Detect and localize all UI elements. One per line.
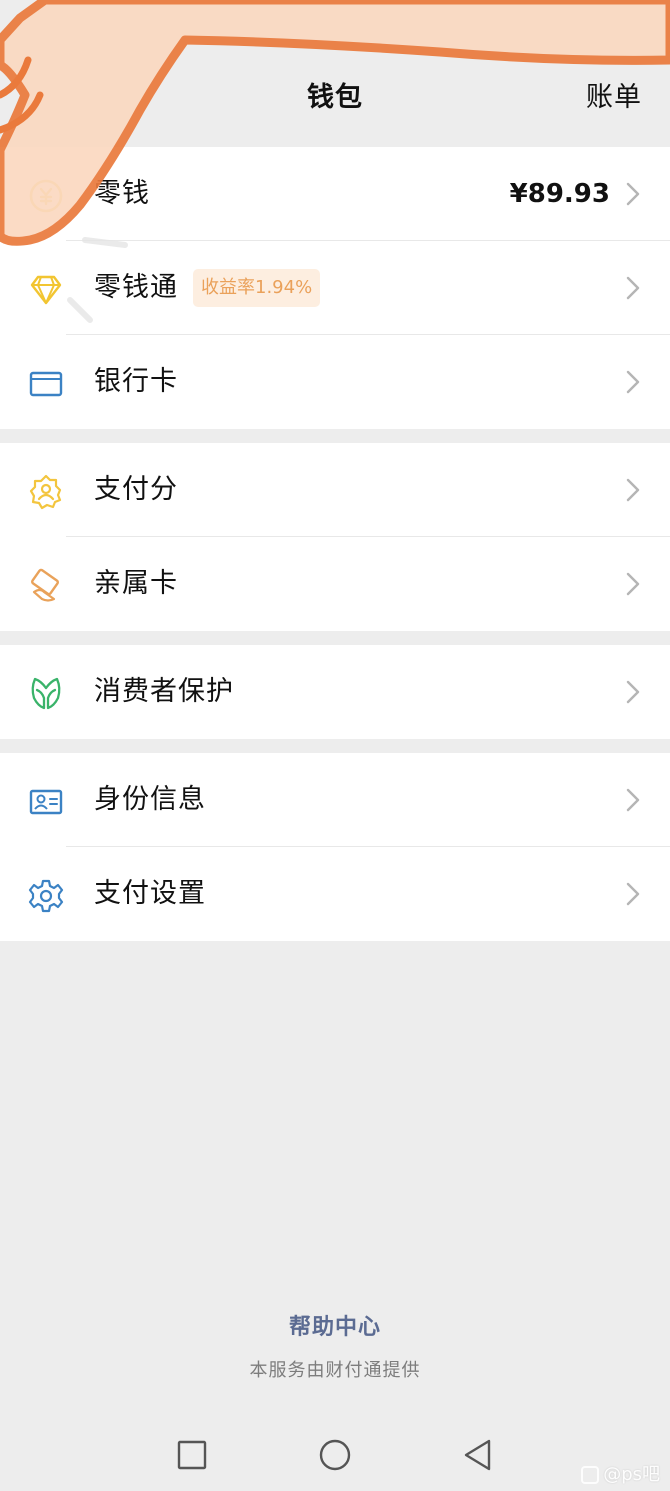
diamond-icon — [30, 275, 62, 305]
id-card-icon — [29, 789, 63, 815]
row-pay-score-label: 支付分 — [94, 474, 178, 505]
row-pay-score[interactable]: 支付分 — [0, 443, 670, 537]
row-family-card[interactable]: 亲属卡 — [0, 537, 670, 631]
watermark-logo-icon — [581, 1466, 600, 1484]
wallet-group-settings: 身份信息 支付设置 — [0, 753, 670, 941]
row-bank-card[interactable]: 银行卡 — [0, 335, 670, 429]
protecting-hands-icon — [31, 677, 61, 710]
row-change-fund[interactable]: 零钱通 收益率1.94% — [0, 241, 670, 335]
row-change-label: 零钱 — [94, 178, 150, 209]
wallet-group-protection: 消费者保护 — [0, 645, 670, 739]
row-consumer-protection[interactable]: 消费者保护 — [0, 645, 670, 739]
row-change[interactable]: 零钱 ¥89.93 — [0, 147, 670, 241]
service-provider-note: 本服务由财付通提供 — [249, 1360, 421, 1381]
top-bar: 钱包 账单 — [0, 0, 670, 145]
coin-icon — [29, 179, 63, 213]
yield-rate-badge: 收益率1.94% — [193, 269, 321, 307]
bank-card-icon — [29, 371, 63, 397]
row-consumer-protection-label: 消费者保护 — [94, 676, 234, 707]
bill-button[interactable]: 账单 — [586, 75, 642, 114]
row-bank-card-label: 银行卡 — [94, 366, 178, 397]
gear-icon — [28, 879, 64, 913]
home-icon[interactable] — [318, 1438, 352, 1472]
wallet-group-balance: 零钱 ¥89.93 零钱通 收益率1.94% 银行卡 — [0, 147, 670, 429]
recent-apps-icon[interactable] — [175, 1438, 209, 1472]
badge-score-icon — [29, 474, 62, 510]
chevron-right-icon — [626, 370, 640, 394]
row-identity-label: 身份信息 — [94, 784, 206, 815]
back-icon[interactable] — [461, 1438, 495, 1472]
row-family-card-label: 亲属卡 — [94, 568, 178, 599]
watermark-text: @ps吧 — [603, 1464, 660, 1485]
chevron-right-icon — [626, 680, 640, 704]
chevron-right-icon — [626, 182, 640, 206]
row-pay-settings-label: 支付设置 — [94, 878, 206, 909]
chevron-right-icon — [626, 572, 640, 596]
system-nav-bar — [0, 1418, 670, 1491]
family-card-icon — [30, 568, 60, 602]
chevron-right-icon — [626, 276, 640, 300]
help-center-link[interactable]: 帮助中心 — [0, 1309, 670, 1341]
chevron-right-icon — [626, 882, 640, 906]
chevron-right-icon — [626, 788, 640, 812]
row-pay-settings[interactable]: 支付设置 — [0, 847, 670, 941]
chevron-right-icon — [626, 478, 640, 502]
row-change-fund-label: 零钱通 — [94, 272, 178, 303]
page-title: 钱包 — [307, 82, 363, 113]
watermark: @ps吧 — [581, 1460, 660, 1486]
row-identity[interactable]: 身份信息 — [0, 753, 670, 847]
balance-amount: ¥89.93 — [509, 179, 610, 209]
wallet-group-credit: 支付分 亲属卡 — [0, 443, 670, 631]
